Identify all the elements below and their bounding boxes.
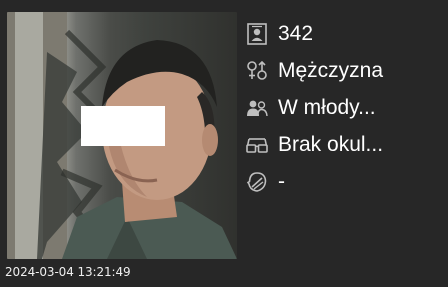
snapshot-photo — [7, 12, 237, 259]
mask-icon — [244, 169, 270, 195]
attribute-id: 342 — [244, 18, 448, 50]
attribute-mask: - — [244, 166, 448, 198]
gender-icon — [244, 58, 270, 84]
attribute-gender-value: Mężczyzna — [278, 59, 384, 82]
attribute-id-value: 342 — [278, 22, 314, 45]
face-snapshot-image[interactable] — [7, 12, 237, 259]
attribute-glasses: Brak okul... — [244, 129, 448, 161]
attribute-age-value: W młody... — [278, 96, 376, 119]
attribute-gender: Mężczyzna — [244, 55, 448, 87]
age-group-icon — [244, 95, 270, 121]
glasses-icon — [244, 132, 270, 158]
id-badge-icon — [244, 21, 270, 47]
attribute-age: W młody... — [244, 92, 448, 124]
attribute-glasses-value: Brak okul... — [278, 133, 384, 156]
capture-timestamp: 2024-03-04 13:21:49 — [5, 265, 131, 279]
privacy-blur-box — [81, 106, 165, 146]
face-capture-card[interactable]: 2024-03-04 13:21:49 342 Mężczyzna W młod… — [0, 0, 448, 287]
attribute-mask-value: - — [278, 170, 285, 193]
